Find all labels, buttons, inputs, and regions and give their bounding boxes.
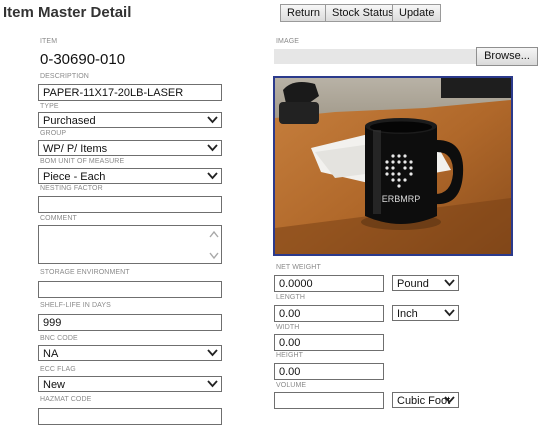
chevron-down-icon — [207, 116, 218, 124]
ecc-flag-value: New — [43, 379, 66, 391]
chevron-down-icon — [207, 172, 218, 180]
chevron-down-icon — [207, 144, 218, 152]
description-label: DESCRIPTION — [40, 73, 89, 80]
ecc-flag-label: ECC FLAG — [40, 366, 76, 373]
type-select[interactable]: Purchased — [38, 112, 222, 128]
shelf-life-field[interactable]: 999 — [38, 314, 222, 331]
width-value: 0.00 — [279, 337, 301, 349]
nesting-factor-label: NESTING FACTOR — [40, 185, 103, 192]
volume-label: VOLUME — [276, 382, 307, 389]
chevron-down-icon — [207, 349, 218, 357]
bom-uom-label: BOM UNIT OF MEASURE — [40, 158, 125, 165]
chevron-down-icon — [444, 309, 455, 317]
bnc-code-label: BNC CODE — [40, 335, 78, 342]
width-label: WIDTH — [276, 324, 300, 331]
group-label: GROUP — [40, 130, 67, 137]
chevron-down-icon — [444, 279, 455, 287]
length-value: 0.00 — [279, 308, 301, 320]
item-label: ITEM — [40, 38, 58, 45]
update-button[interactable]: Update — [392, 4, 442, 22]
mug-photo: ERBMRP — [275, 78, 511, 254]
net-weight-field[interactable]: 0.0000 — [274, 275, 384, 292]
scroll-down-icon — [209, 252, 219, 260]
type-label: TYPE — [40, 103, 59, 110]
volume-field[interactable] — [274, 392, 384, 409]
type-value: Purchased — [43, 115, 96, 127]
ecc-flag-select[interactable]: New — [38, 376, 222, 392]
storage-environment-field[interactable] — [38, 281, 222, 298]
description-field[interactable]: PAPER-11X17-20LB-LASER — [38, 84, 222, 101]
shelf-life-label: SHELF-LIFE IN DAYS — [40, 302, 111, 309]
group-select[interactable]: WP/ P/ Items — [38, 140, 222, 156]
page-title: Item Master Detail — [3, 4, 132, 21]
length-label: LENGTH — [276, 294, 305, 301]
bom-uom-select[interactable]: Piece - Each — [38, 168, 222, 184]
shelf-life-value: 999 — [43, 317, 62, 329]
hazmat-code-field[interactable] — [38, 408, 222, 425]
height-field[interactable]: 0.00 — [274, 363, 384, 380]
hazmat-code-label: HAZMAT CODE — [40, 396, 92, 403]
bom-uom-value: Piece - Each — [43, 171, 106, 183]
height-label: HEIGHT — [276, 352, 304, 359]
stock-status-button[interactable]: Stock Status — [325, 4, 401, 22]
comment-label: COMMENT — [40, 215, 77, 222]
image-label: IMAGE — [276, 38, 300, 45]
scroll-up-icon — [209, 230, 219, 238]
chevron-down-icon — [444, 396, 455, 404]
volume-unit-value: Cubic Foot — [397, 395, 451, 407]
item-number: 0-30690-010 — [40, 51, 126, 68]
mug-logo-text: ERBMRP — [382, 194, 421, 204]
chevron-down-icon — [207, 380, 218, 388]
height-value: 0.00 — [279, 366, 301, 378]
storage-environment-label: STORAGE ENVIRONMENT — [40, 269, 130, 276]
bnc-code-select[interactable]: NA — [38, 345, 222, 361]
volume-unit-select[interactable]: Cubic Foot — [392, 392, 459, 408]
length-field[interactable]: 0.00 — [274, 305, 384, 322]
nesting-factor-field[interactable] — [38, 196, 222, 213]
browse-button[interactable]: Browse... — [476, 47, 538, 66]
weight-unit-select[interactable]: Pound — [392, 275, 459, 291]
bnc-code-value: NA — [43, 348, 59, 360]
length-unit-value: Inch — [397, 308, 418, 320]
weight-unit-value: Pound — [397, 278, 429, 290]
textarea-scrollbar[interactable] — [209, 229, 219, 262]
image-path-field[interactable] — [274, 49, 476, 64]
comment-textarea[interactable] — [38, 225, 222, 264]
item-image: ERBMRP — [273, 76, 513, 256]
width-field[interactable]: 0.00 — [274, 334, 384, 351]
length-unit-select[interactable]: Inch — [392, 305, 459, 321]
description-value: PAPER-11X17-20LB-LASER — [43, 87, 184, 99]
net-weight-label: NET WEIGHT — [276, 264, 321, 271]
net-weight-value: 0.0000 — [279, 278, 313, 290]
return-button[interactable]: Return — [280, 4, 328, 22]
group-value: WP/ P/ Items — [43, 143, 108, 155]
